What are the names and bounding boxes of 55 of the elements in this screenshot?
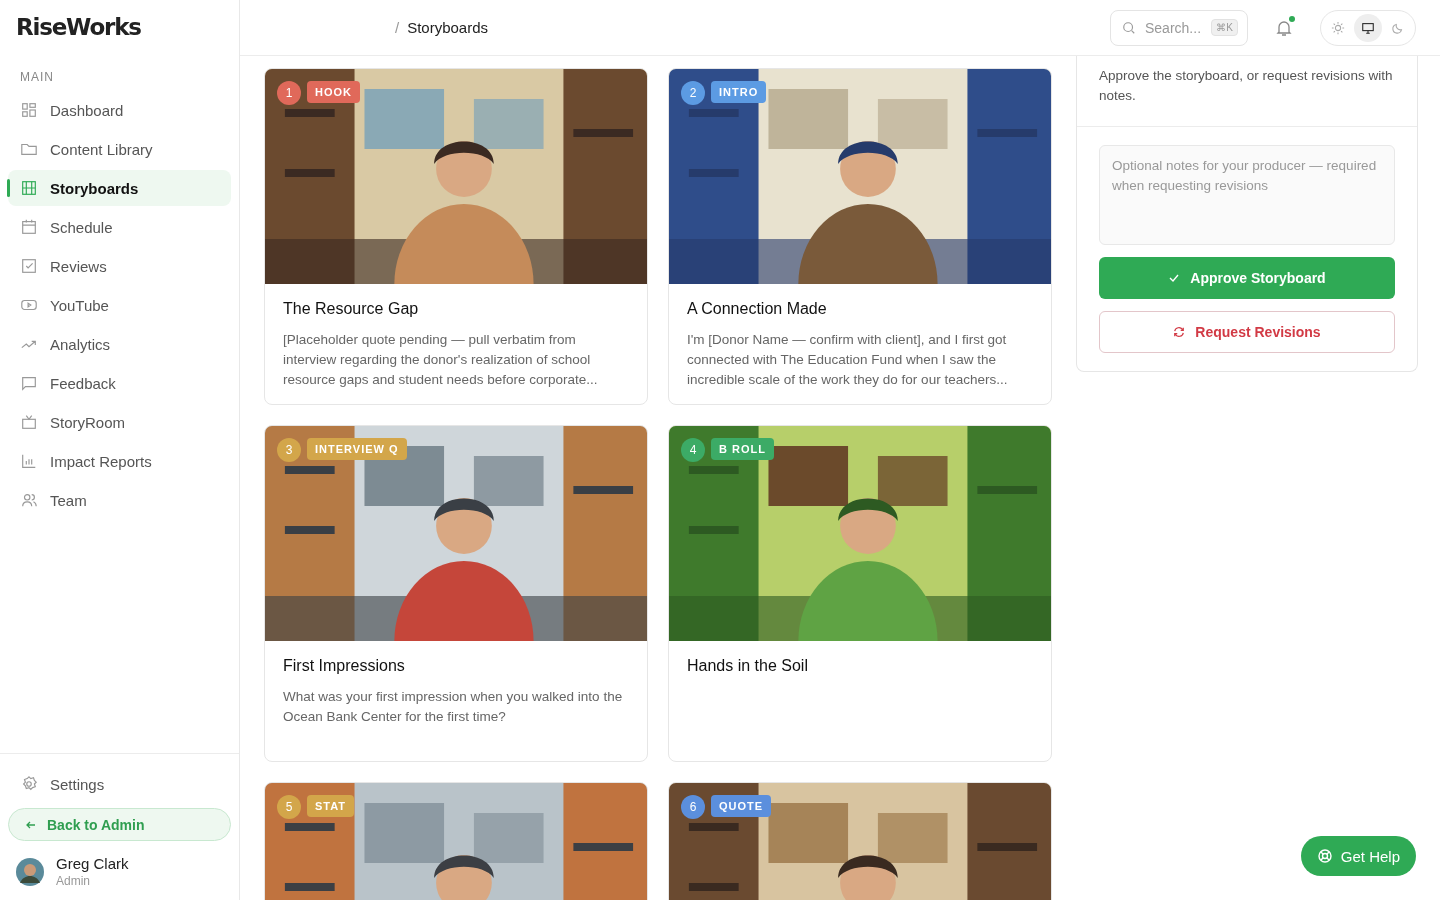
refresh-icon xyxy=(1173,326,1186,338)
storyboard-card[interactable]: 2 INTRO A Connection Made I'm [Donor Name — confirm with client], and I first got connected with The Education Fund when I saw the incredible scale of the work they do for our teachers... xyxy=(668,68,1052,405)
section-label: MAIN xyxy=(19,69,55,86)
sidebar-item[interactable]: Impact Reports xyxy=(8,443,231,479)
sidebar-item[interactable]: Feedback xyxy=(8,365,231,401)
settings-link[interactable]: Settings xyxy=(8,766,231,802)
bar-chart-icon xyxy=(20,452,38,470)
sidebar-item[interactable]: Reviews xyxy=(8,248,231,284)
lifebuoy-icon xyxy=(1316,848,1333,864)
card-text: [Placeholder quote pending — pull verbatim from interview regarding the donor's realization of school resource gaps and student needs before corporate... xyxy=(283,331,599,389)
grid-icon xyxy=(20,101,38,119)
checkbox-icon xyxy=(20,257,38,275)
sidebar-item[interactable]: StoryRoom xyxy=(8,404,231,440)
card-text: What was your first impression when you walked into the Ocean Bank Center for the first time? xyxy=(283,688,624,726)
settings-icon xyxy=(20,775,38,793)
notes-field[interactable]: Optional notes for your producer — required when requesting revisions xyxy=(1099,145,1395,245)
breadcrumb: Storyboards xyxy=(407,19,489,36)
card-title: The Resource Gap xyxy=(283,300,420,318)
sun-icon xyxy=(1331,20,1345,35)
scene-tag: INTERVIEW Q xyxy=(307,438,407,460)
sidebar-item[interactable]: Content Library xyxy=(8,131,231,167)
avatar xyxy=(16,857,44,886)
search-icon xyxy=(1122,20,1136,35)
request-revisions-button[interactable]: Request Revisions xyxy=(1099,311,1395,353)
user-name: Greg Clark xyxy=(56,855,129,872)
card-title: First Impressions xyxy=(283,657,406,675)
card-text: I'm [Donor Name — confirm with client], and I first got connected with The Education Fund when I saw the incredible scale of the work they do for our teachers... xyxy=(687,331,1009,389)
storyboard-card[interactable]: 3 INTERVIEW Q First Impressions What was your first impression when you walked into the Ocean Bank Center for the first time? xyxy=(264,425,648,762)
card-title: Hands in the Soil xyxy=(687,657,809,675)
scene-tag: HOOK xyxy=(307,81,360,103)
panel-description: Approve the storyboard, or request revisions with notes. xyxy=(1077,56,1417,127)
theme-button[interactable] xyxy=(1354,13,1382,42)
sidebar-item[interactable]: Schedule xyxy=(8,209,231,245)
sidebar-item[interactable]: Storyboards xyxy=(8,170,231,206)
scene-tag: STAT xyxy=(307,795,355,817)
scene-tag: INTRO xyxy=(711,81,767,103)
calendar-icon xyxy=(20,218,38,236)
check-icon xyxy=(1168,272,1181,284)
sidebar-item[interactable]: YouTube xyxy=(8,287,231,323)
breadcrumb-separator: / xyxy=(395,19,400,36)
card-title: A Connection Made xyxy=(687,300,828,318)
scene-tag: QUOTE xyxy=(711,795,772,817)
sidebar-item[interactable]: Analytics xyxy=(8,326,231,362)
user-role: Admin xyxy=(56,874,91,888)
film-icon xyxy=(20,179,38,197)
tv-icon xyxy=(20,413,38,431)
scene-tag: B ROLL xyxy=(711,438,774,460)
storyboard-card[interactable]: 4 B ROLL Hands in the Soil xyxy=(668,425,1052,762)
users-icon xyxy=(20,491,38,509)
chat-icon xyxy=(20,374,38,392)
brand-logo: RiseWorks xyxy=(15,13,142,42)
sidebar-item[interactable]: Dashboard xyxy=(8,92,231,128)
monitor-icon xyxy=(1361,20,1375,35)
storyboard-card[interactable]: 1 HOOK The Resource Gap [Placeholder quote pending — pull verbatim from interview regarding the donor's realization of school resource gaps and student needs before corporate... xyxy=(264,68,648,405)
sidebar-item[interactable]: Team xyxy=(8,482,231,518)
